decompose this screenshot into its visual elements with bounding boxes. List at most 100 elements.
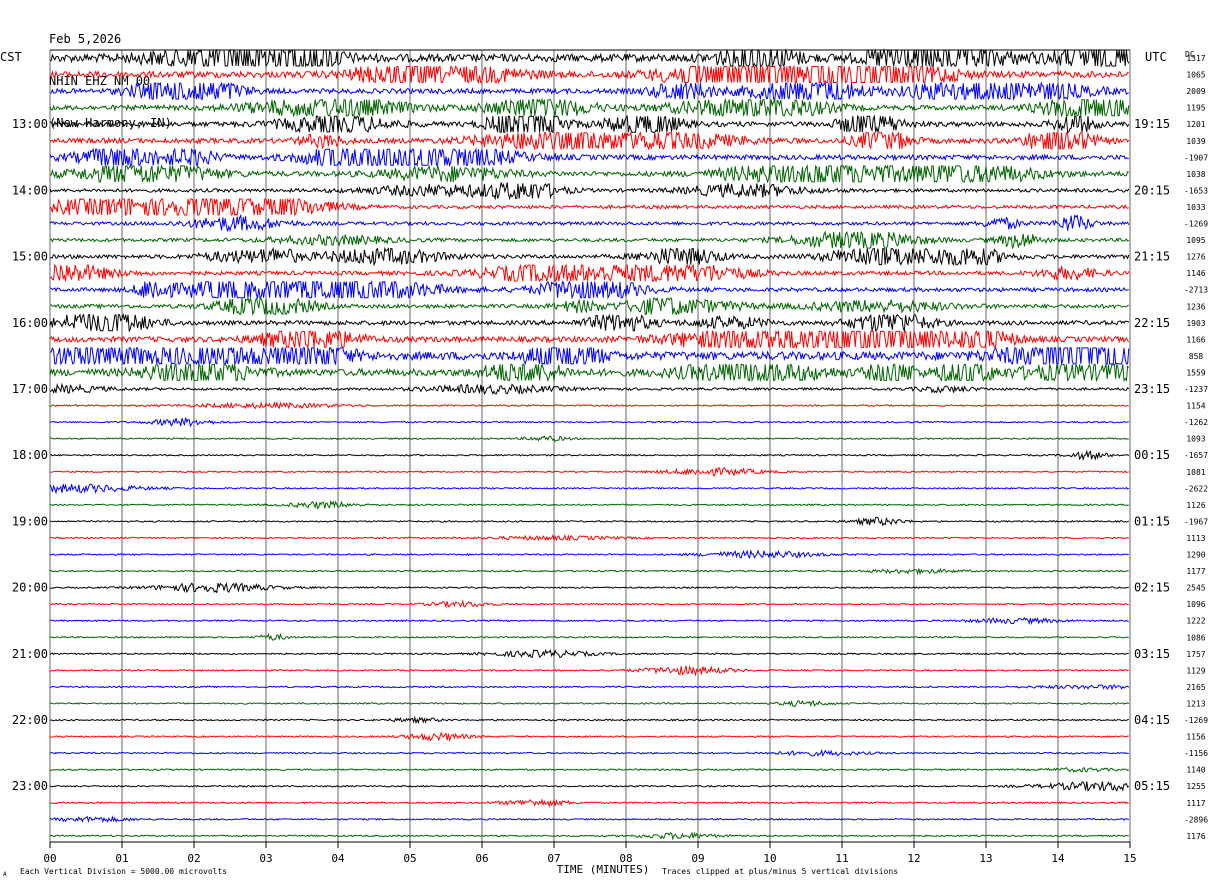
x-tick-label: 10: [763, 852, 776, 865]
clip-note: Traces clipped at plus/minus 5 vertical …: [662, 867, 899, 876]
trace-46: [49, 798, 1129, 808]
dc-offset-value: 1195: [1186, 104, 1205, 113]
trace-8: [49, 163, 1130, 184]
right-hour-label: 23:15: [1134, 382, 1170, 396]
left-hour-label: 18:00: [12, 448, 48, 462]
dc-offset-value: 1113: [1186, 534, 1205, 543]
dc-offset-value: 1038: [1186, 170, 1205, 179]
scale-note: Each Vertical Division = 5000.00 microvo…: [20, 867, 228, 876]
x-tick-label: 06: [475, 852, 488, 865]
dc-offset-value: -2622: [1184, 484, 1208, 493]
trace-7: [49, 147, 1129, 168]
x-tick-label: 04: [331, 852, 345, 865]
trace-26: [49, 467, 1129, 477]
dc-offset-value: -1269: [1184, 220, 1208, 229]
dc-offset-value: 1146: [1186, 269, 1205, 278]
x-tick-label: 12: [907, 852, 920, 865]
dc-offset-value: 1081: [1186, 468, 1205, 477]
dc-offset-value: 1903: [1186, 319, 1205, 328]
left-hour-label: 23:00: [12, 779, 48, 793]
dc-offset-value: 1222: [1186, 617, 1205, 626]
trace-38: [49, 665, 1130, 677]
dc-offset-value: 1039: [1186, 137, 1205, 146]
corner-mark: A: [3, 871, 7, 878]
right-hour-label: 20:15: [1134, 183, 1170, 197]
dc-offset-value: 1201: [1186, 120, 1205, 129]
right-hour-label: 03:15: [1134, 647, 1170, 661]
trace-47: [49, 815, 1130, 824]
dc-offset-value: 1140: [1186, 766, 1205, 775]
x-axis-label: TIME (MINUTES): [557, 863, 650, 876]
left-hour-label: 16:00: [12, 316, 48, 330]
dc-offset-value: 1176: [1186, 832, 1205, 841]
left-hour-label: 20:00: [12, 581, 48, 595]
dc-offset-value: 1213: [1186, 699, 1205, 708]
trace-1: [49, 48, 1130, 68]
dc-offset-value: 1095: [1186, 236, 1205, 245]
left-hour-label: 15:00: [12, 250, 48, 264]
trace-14: [49, 263, 1130, 283]
dc-offset-value: -1967: [1184, 517, 1208, 526]
dc-offset-value: -1156: [1184, 749, 1208, 758]
trace-15: [49, 280, 1129, 300]
right-hour-label: 00:15: [1134, 448, 1170, 462]
right-hour-label: 04:15: [1134, 713, 1170, 727]
trace-10: [49, 197, 1129, 217]
trace-6: [49, 130, 1130, 151]
right-hour-label: 02:15: [1134, 581, 1170, 595]
left-hour-label: 22:00: [12, 713, 48, 727]
left-hour-label: 13:00: [12, 117, 48, 131]
dc-offset-value: -2713: [1184, 286, 1208, 295]
dc-offset-value: 1236: [1186, 302, 1205, 311]
trace-48: [49, 831, 1129, 841]
trace-2: [49, 64, 1129, 85]
trace-29: [49, 516, 1130, 527]
trace-31: [49, 548, 1129, 559]
trace-27: [49, 483, 1130, 495]
dc-offset-value: 1255: [1186, 782, 1205, 791]
dc-offset-value: 1033: [1186, 203, 1205, 212]
right-hour-label: 01:15: [1134, 514, 1170, 528]
trace-35: [49, 616, 1129, 626]
trace-19: [50, 346, 1130, 366]
trace-25: [50, 449, 1130, 462]
x-tick-label: 02: [187, 852, 200, 865]
dc-offset-value: 1126: [1186, 501, 1205, 510]
left-hour-label: 21:00: [12, 647, 48, 661]
dc-offset-value: -1907: [1184, 153, 1208, 162]
x-tick-label: 13: [979, 852, 992, 865]
dc-offset-value: 1166: [1186, 335, 1205, 344]
trace-23: [49, 417, 1129, 428]
left-hour-label: 19:00: [12, 514, 48, 528]
dc-offset-value: 1276: [1186, 253, 1205, 262]
trace-34: [49, 599, 1129, 609]
x-tick-label: 11: [835, 852, 848, 865]
trace-41: [49, 715, 1129, 725]
trace-43: [49, 748, 1129, 758]
trace-18: [49, 329, 1130, 350]
dc-offset-value: 1093: [1186, 435, 1205, 444]
trace-13: [49, 246, 1130, 267]
dc-offset-value: 2545: [1186, 584, 1205, 593]
dc-offset-value: -1657: [1184, 451, 1208, 460]
left-hour-labels: 13:00 14:00 15:00 16:00 17:00 18:00 19:00 20:00…: [12, 117, 48, 793]
left-hour-label: 17:00: [12, 382, 48, 396]
trace-21: [49, 382, 1130, 396]
trace-5: [49, 114, 1130, 134]
trace-3: [49, 81, 1129, 101]
trace-11: [49, 213, 1130, 233]
dc-offset-value: 1156: [1186, 733, 1205, 742]
dc-offset-value: 1757: [1186, 650, 1205, 659]
trace-37: [49, 648, 1129, 658]
right-hour-label: 19:15: [1134, 117, 1170, 131]
trace-4: [49, 97, 1130, 118]
trace-17: [49, 312, 1130, 333]
dc-offset-value: -1269: [1184, 716, 1208, 725]
seismic-traces: [49, 48, 1130, 841]
dc-offset-value: 1317: [1186, 54, 1205, 63]
trace-20: [49, 362, 1130, 383]
x-tick-label: 09: [691, 852, 704, 865]
trace-9: [49, 182, 1130, 201]
trace-30: [49, 534, 1130, 542]
right-hour-labels: 19:15 20:15 21:15 22:15 23:15 00:15 01:15 02:15…: [1134, 117, 1170, 793]
